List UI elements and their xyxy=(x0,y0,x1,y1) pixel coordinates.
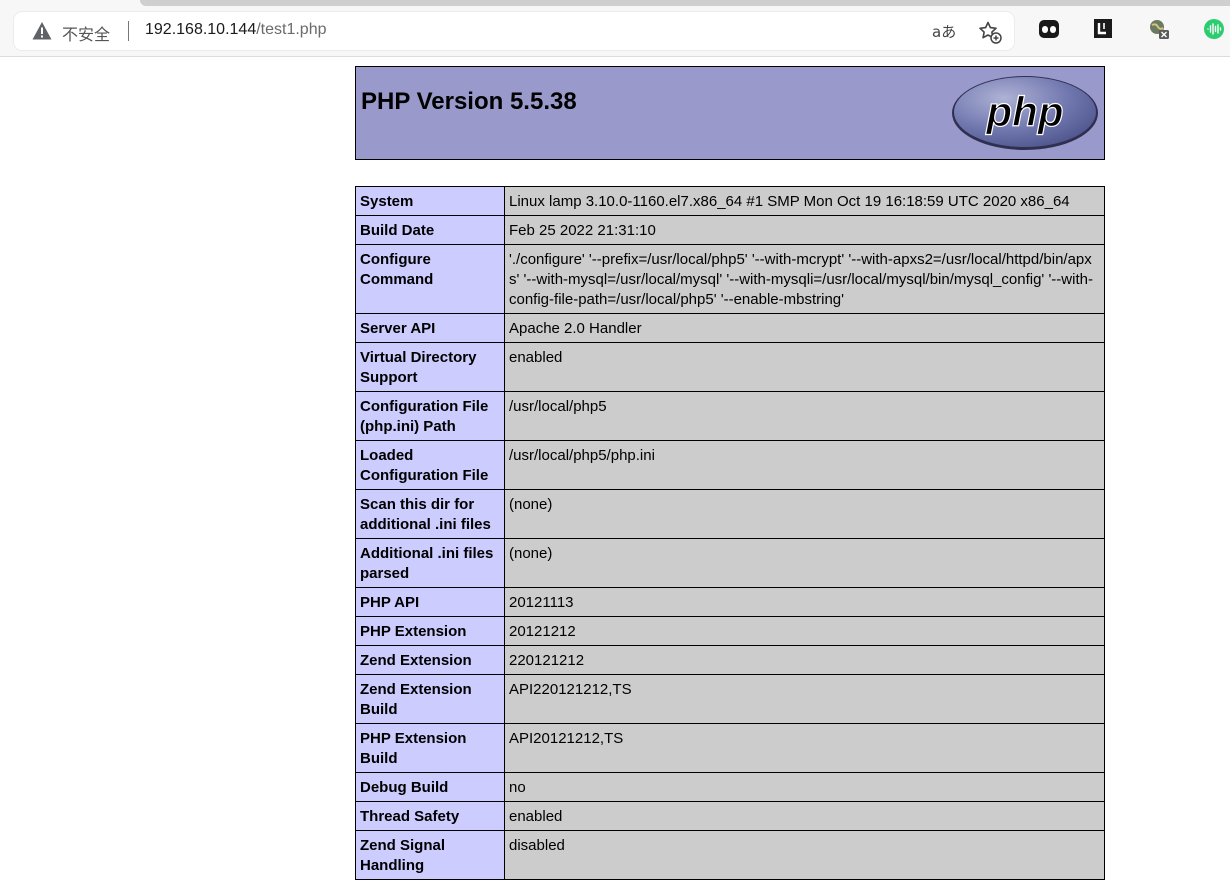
security-status-label[interactable]: 不安全 xyxy=(62,21,110,45)
row-key: Zend Extension xyxy=(355,645,505,675)
extension-l-icon[interactable] xyxy=(1092,18,1114,40)
row-key: Configuration File (php.ini) Path xyxy=(355,391,505,441)
row-value: API20121212,TS xyxy=(504,723,1105,773)
table-row: Virtual Directory Support enabled xyxy=(355,342,1105,392)
row-key: Debug Build xyxy=(355,772,505,802)
row-value: 20121113 xyxy=(504,587,1105,617)
row-value: 220121212 xyxy=(504,645,1105,675)
row-key: Configure Command xyxy=(355,244,505,314)
phpinfo-container: PHP Version 5.5.38 php System Linux lamp … xyxy=(355,66,1105,880)
extension-globe-icon[interactable] xyxy=(1148,18,1170,40)
row-value: no xyxy=(504,772,1105,802)
row-key: Thread Safety xyxy=(355,801,505,831)
row-key: PHP Extension Build xyxy=(355,723,505,773)
table-row: Configuration File (php.ini) Path/usr/lo… xyxy=(355,391,1105,441)
tab-strip xyxy=(140,0,1230,6)
page-title: PHP Version 5.5.38 xyxy=(361,88,577,115)
url-host: 192.168.10.144 xyxy=(145,21,257,38)
table-row: Zend Signal Handling disabled xyxy=(355,830,1105,880)
add-favorite-icon[interactable] xyxy=(978,20,1002,44)
table-row: System Linux lamp 3.10.0-1160.el7.x86_64 … xyxy=(355,186,1105,216)
row-value: Apache 2.0 Handler xyxy=(504,313,1105,343)
table-row: Thread Safety enabled xyxy=(355,801,1105,831)
table-row: Build Date Feb 25 2022 21:31:10 xyxy=(355,215,1105,245)
row-key: Loaded Configuration File xyxy=(355,440,505,490)
address-separator xyxy=(128,21,129,41)
row-key: PHP API xyxy=(355,587,505,617)
row-value: disabled xyxy=(504,830,1105,880)
row-value: /usr/local/php5/php.ini xyxy=(504,440,1105,490)
phpinfo-table: System Linux lamp 3.10.0-1160.el7.x86_64 … xyxy=(355,186,1105,880)
table-row: PHP API 20121113 xyxy=(355,587,1105,617)
table-row: Debug Build no xyxy=(355,772,1105,802)
row-value: Feb 25 2022 21:31:10 xyxy=(504,215,1105,245)
row-value: Linux lamp 3.10.0-1160.el7.x86_64 #1 SMP… xyxy=(504,186,1105,216)
row-value: (none) xyxy=(504,538,1105,588)
table-row: Scan this dir for additional .ini files(… xyxy=(355,489,1105,539)
row-key: Zend Extension Build xyxy=(355,674,505,724)
table-row: Server API Apache 2.0 Handler xyxy=(355,313,1105,343)
php-logo-text: php xyxy=(986,88,1064,135)
extension-mask-icon[interactable] xyxy=(1038,18,1060,40)
row-key: Additional .ini files parsed xyxy=(355,538,505,588)
php-version-header: PHP Version 5.5.38 php xyxy=(355,66,1105,160)
table-row: Zend Extension Build API220121212,TS xyxy=(355,674,1105,724)
row-value: /usr/local/php5 xyxy=(504,391,1105,441)
php-logo[interactable]: php xyxy=(950,74,1100,152)
row-key: Scan this dir for additional .ini files xyxy=(355,489,505,539)
row-key: Virtual Directory Support xyxy=(355,342,505,392)
row-key: Zend Signal Handling xyxy=(355,830,505,880)
row-key: System xyxy=(355,186,505,216)
table-row: PHP Extension 20121212 xyxy=(355,616,1105,646)
row-value: API220121212,TS xyxy=(504,674,1105,724)
table-row: PHP Extension Build API20121212,TS xyxy=(355,723,1105,773)
table-row: Additional .ini files parsed (none) xyxy=(355,538,1105,588)
row-key: Build Date xyxy=(355,215,505,245)
extension-audio-icon[interactable] xyxy=(1203,18,1225,40)
url-path: /test1.php xyxy=(256,21,327,38)
row-value: enabled xyxy=(504,801,1105,831)
address-bar[interactable]: 不安全 192.168.10.144/test1.php aあ xyxy=(14,12,1014,50)
row-value: 20121212 xyxy=(504,616,1105,646)
translate-icon[interactable]: aあ xyxy=(932,21,956,42)
row-key: PHP Extension xyxy=(355,616,505,646)
row-value: (none) xyxy=(504,489,1105,539)
url-text[interactable]: 192.168.10.144/test1.php xyxy=(145,21,327,39)
table-row: Loaded Configuration File/usr/local/php5… xyxy=(355,440,1105,490)
table-row: Configure Command './configure' '--prefix… xyxy=(355,244,1105,314)
row-value: enabled xyxy=(504,342,1105,392)
row-value: './configure' '--prefix=/usr/local/php5'… xyxy=(504,244,1105,314)
warning-icon[interactable] xyxy=(32,21,52,41)
table-row: Zend Extension 220121212 xyxy=(355,645,1105,675)
browser-toolbar: 不安全 192.168.10.144/test1.php aあ xyxy=(0,0,1230,57)
row-key: Server API xyxy=(355,313,505,343)
